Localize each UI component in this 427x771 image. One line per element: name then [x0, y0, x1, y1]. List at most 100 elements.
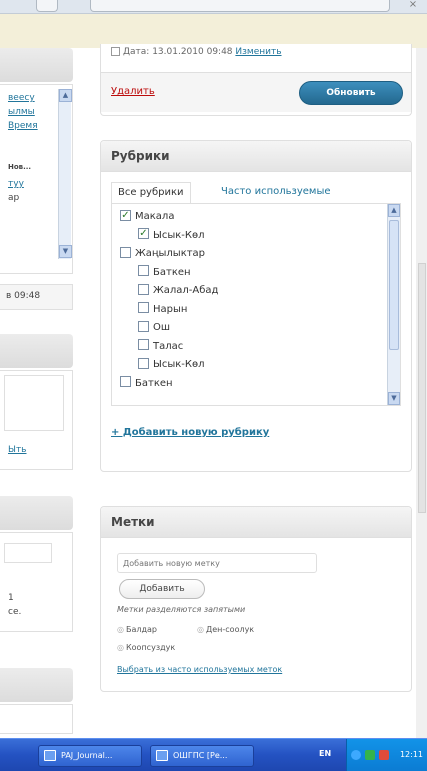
publish-date: Дата: 13.01.2010 09:48 Изменить — [111, 47, 282, 57]
add-tag-button[interactable]: Добавить — [119, 579, 205, 599]
checkbox-icon[interactable] — [120, 246, 131, 258]
security-icon[interactable] — [365, 750, 375, 760]
category-label: Баткен — [153, 266, 191, 278]
tag-chip[interactable]: ◎ Коопсуздук — [117, 643, 175, 652]
category-label: Нарын — [153, 303, 188, 315]
category-label: Ысык-Көл — [153, 229, 205, 241]
left-link[interactable]: Время — [8, 121, 38, 131]
left-box-textarea: Ыть — [0, 370, 73, 470]
category-item[interactable]: Баткен — [120, 376, 173, 391]
taskbar-window-button[interactable]: ОШГПС [Ре... — [150, 745, 254, 767]
category-label: Ош — [153, 322, 171, 333]
admin-notice-band — [0, 14, 427, 48]
network-icon[interactable] — [351, 750, 361, 760]
left-box-list: веесу ылмы Время Нов... туу ар ▲ ▼ — [0, 84, 73, 274]
category-checklist: ▲ ▼ ✓ Макала ✓ Ысык-Көл Жаңылыктар Баткен Жала… — [111, 203, 401, 406]
address-bar[interactable] — [90, 0, 390, 12]
edit-date-link[interactable]: Изменить — [235, 47, 281, 57]
left-box-header — [0, 48, 73, 82]
category-item[interactable]: Талас — [138, 339, 184, 354]
tab-popular-categories[interactable]: Часто используемые — [215, 182, 337, 204]
categories-box: Рубрики Все рубрики Часто используемые ▲… — [100, 140, 412, 472]
publish-actions: Удалить Обновить — [101, 72, 411, 112]
window-icon — [44, 750, 56, 761]
tag-chip[interactable]: ◎ Ден-соолук — [197, 625, 254, 634]
remove-tag-icon[interactable]: ◎ — [117, 625, 124, 634]
category-item[interactable]: ✓ Ысык-Көл — [138, 228, 205, 243]
checkbox-icon[interactable] — [138, 265, 149, 276]
left-link[interactable]: веесу — [8, 93, 35, 103]
nav-button[interactable] — [36, 0, 58, 12]
add-category-link[interactable]: + Добавить новую рубрику — [111, 427, 269, 438]
alert-icon[interactable] — [379, 750, 389, 760]
taskbar-window-button[interactable]: PAJ_Journal... — [38, 745, 142, 767]
left-list-scrollbar[interactable]: ▲ ▼ — [58, 89, 72, 259]
left-time-row: в 09:48 — [0, 284, 73, 310]
checkbox-icon[interactable] — [138, 357, 149, 369]
new-tag-input[interactable] — [117, 553, 317, 573]
category-item[interactable]: Ысык-Көл — [138, 357, 204, 372]
right-sidebar: Дата: 13.01.2010 09:48 Изменить Удалить … — [100, 44, 412, 738]
category-label: Жаңылыктар — [135, 248, 206, 259]
tags-hint: Метки разделяются запятыми — [117, 605, 246, 614]
checkbox-icon[interactable] — [138, 283, 149, 295]
checkbox-icon[interactable] — [120, 376, 131, 387]
scroll-down-icon[interactable]: ▼ — [388, 392, 400, 405]
category-label: Жалал-Абад — [153, 285, 219, 296]
checkbox-icon[interactable] — [138, 320, 149, 332]
system-tray: EN 12:11 — [319, 739, 427, 771]
checkbox-icon[interactable] — [138, 302, 149, 313]
close-icon[interactable]: × — [407, 0, 419, 11]
tags-box: Метки Добавить Метки разделяются запятым… — [100, 506, 412, 692]
category-item[interactable]: Нарын — [138, 302, 188, 317]
category-item[interactable]: Жаңылыктар — [120, 246, 206, 261]
categories-title[interactable]: Рубрики — [101, 141, 411, 172]
window-icon — [156, 750, 168, 761]
category-item[interactable]: Ош — [138, 320, 171, 335]
tags-title[interactable]: Метки — [101, 507, 411, 538]
category-label: Талас — [153, 340, 184, 352]
left-link[interactable]: ылмы — [8, 107, 35, 117]
left-column: веесу ылмы Время Нов... туу ар ▲ ▼ в 09:… — [0, 48, 80, 738]
left-input[interactable] — [4, 543, 52, 563]
category-label: Макала — [135, 211, 175, 222]
left-label: Нов... — [8, 163, 32, 171]
publish-box: Дата: 13.01.2010 09:48 Изменить Удалить … — [100, 44, 412, 116]
tab-all-categories[interactable]: Все рубрики — [111, 182, 191, 204]
left-box-bottom — [0, 704, 73, 734]
left-box-header — [0, 334, 73, 368]
left-time: в 09:48 — [6, 291, 41, 301]
scroll-up-icon[interactable]: ▲ — [59, 89, 72, 102]
category-item[interactable]: ✓ Макала — [120, 209, 175, 224]
update-button[interactable]: Обновить — [299, 81, 403, 105]
remove-tag-icon[interactable]: ◎ — [117, 643, 124, 652]
category-label: Баткен — [135, 377, 173, 389]
left-box-form: 1 се. — [0, 532, 73, 632]
category-item[interactable]: Баткен — [138, 265, 191, 280]
choose-popular-tags-link[interactable]: Выбрать из часто используемых меток — [117, 665, 282, 674]
category-scrollbar[interactable]: ▲ ▼ — [387, 204, 400, 405]
remove-tag-icon[interactable]: ◎ — [197, 625, 204, 634]
category-item[interactable]: Жалал-Абад — [138, 283, 219, 298]
left-link[interactable]: Ыть — [8, 445, 27, 455]
calendar-icon — [111, 47, 120, 56]
clock: 12:11 — [399, 750, 423, 759]
scroll-up-icon[interactable]: ▲ — [388, 204, 400, 217]
language-indicator[interactable]: EN — [319, 749, 331, 758]
browser-toolbar-strip: × — [0, 0, 427, 14]
left-text: се. — [8, 607, 22, 617]
page-scrollbar[interactable] — [416, 48, 427, 738]
delete-link[interactable]: Удалить — [111, 86, 155, 97]
checkbox-checked-icon[interactable]: ✓ — [120, 209, 131, 221]
left-link[interactable]: туу — [8, 179, 24, 189]
scroll-down-icon[interactable]: ▼ — [59, 245, 72, 258]
scroll-thumb[interactable] — [389, 220, 399, 350]
checkbox-checked-icon[interactable]: ✓ — [138, 228, 149, 239]
left-box-header — [0, 668, 73, 702]
left-textarea[interactable] — [4, 375, 64, 431]
windows-taskbar: PAJ_Journal... ОШГПС [Ре... EN 12:11 — [0, 738, 427, 771]
tag-chip[interactable]: ◎ Балдар — [117, 625, 157, 634]
left-box-header — [0, 496, 73, 530]
checkbox-icon[interactable] — [138, 339, 149, 350]
page-scroll-thumb[interactable] — [418, 263, 426, 513]
